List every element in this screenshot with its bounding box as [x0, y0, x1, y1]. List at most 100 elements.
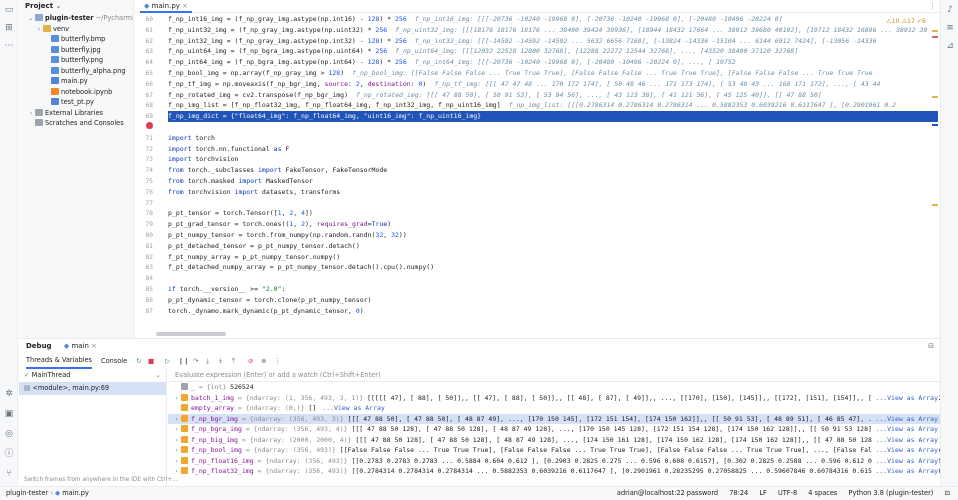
resume-icon[interactable]: ▷ — [165, 354, 170, 369]
breadcrumb-project[interactable]: plugin-tester — [6, 489, 48, 497]
status-indent[interactable]: 4 spaces — [808, 489, 837, 497]
notifications-icon[interactable]: ♪ — [944, 4, 956, 16]
code-line[interactable]: f_np_int64_img = (f_np_bgra_img.astype(n… — [168, 57, 938, 68]
pause-icon[interactable]: ❙❙ — [178, 354, 189, 369]
code-line[interactable]: f_np_img_dict = {"float64_img": f_np_flo… — [168, 111, 938, 122]
tab-threads-variables[interactable]: Threads & Variables — [26, 354, 92, 369]
inline-debug-value[interactable]: f_np_uint64_img: [[[12032 22528 12800 32… — [395, 47, 798, 55]
expand-arrow-icon[interactable]: › — [27, 108, 35, 119]
code-line[interactable]: p_pt_dynamic_tensor = torch.clone(p_pt_n… — [168, 295, 938, 306]
debug-icon[interactable]: ✲ — [3, 388, 15, 400]
expand-arrow-icon[interactable]: › — [172, 456, 181, 467]
code-line[interactable]: f_np_bool_img = np.array(f_np_gray_img >… — [168, 68, 938, 79]
view-as-array-link[interactable]: ...View as Array — [872, 424, 938, 435]
problems-icon[interactable]: ⓘ — [3, 448, 15, 460]
inline-debug-value[interactable]: f_np_uint32_img: [[[18176 18176 18176 ..… — [395, 26, 927, 34]
tree-item[interactable]: butterfly.bmp — [19, 34, 133, 45]
frame-item[interactable]: ▤ <module>, main.py:69 — [19, 382, 166, 395]
view-as-array-link[interactable]: ...View as Array — [872, 445, 938, 456]
expand-arrow-icon[interactable]: ⌄ — [27, 13, 35, 24]
tree-item[interactable]: butterfly.jpg — [19, 45, 133, 56]
thread-selector[interactable]: ✓ MainThread ⌄ — [19, 369, 166, 382]
variable-row[interactable]: › f_np_big_img = {ndarray: (2000, 2000, 4… — [168, 434, 940, 445]
rerun-icon[interactable]: ↻ — [136, 354, 142, 369]
code-line[interactable] — [168, 273, 938, 284]
code-line[interactable]: from torch._subclasses import FakeTensor… — [168, 165, 938, 176]
code-line[interactable]: import torchvision — [168, 154, 938, 165]
code-line[interactable]: p_pt_numpy_tensor = torch.from_numpy(np.… — [168, 230, 938, 241]
expand-arrow-icon[interactable]: › — [35, 24, 43, 35]
expand-arrow-icon[interactable]: › — [172, 393, 181, 404]
close-icon[interactable]: × — [91, 342, 97, 350]
step-into-my-code-icon[interactable]: ⤈ — [219, 354, 222, 369]
code-line[interactable]: f_pt_numpy_array = p_pt_numpy_tensor.num… — [168, 252, 938, 263]
variable-row[interactable]: › batch_1_img = {ndarray: (1, 356, 493, 3… — [168, 392, 940, 404]
code-line[interactable]: if torch.__version__ >= "2.0": — [168, 284, 938, 295]
structure-icon[interactable]: ⊞ — [3, 22, 15, 34]
inline-debug-value[interactable]: f_np_tf_img: [[[ 47 47 48 ... 170 172 17… — [434, 80, 880, 88]
layout-icon[interactable]: ⊟ — [928, 339, 934, 354]
more-icon[interactable]: ⋮ — [929, 2, 936, 10]
close-icon[interactable]: × — [182, 2, 188, 10]
sciview-icon[interactable]: ⊿ — [944, 40, 956, 52]
code-line[interactable]: f_np_int16_img = (f_np_gray_img.astype(n… — [168, 14, 938, 25]
code-line[interactable]: p_pt_tensor = torch.Tensor([1, 2, 4]) — [168, 208, 938, 219]
step-over-icon[interactable]: ↷ — [193, 354, 199, 369]
variable-row[interactable]: empty_array = {ndarray: (0,)} [] ...View … — [168, 403, 940, 414]
step-out-icon[interactable]: ⤒ — [232, 354, 235, 369]
view-as-array-link[interactable]: ...View as Array — [872, 392, 938, 403]
variable-row[interactable]: › f_np_float16_img = {ndarray: (356, 493)… — [168, 455, 940, 467]
variable-row[interactable]: › f_np_bgr_img = {ndarray: (356, 493, 3)}… — [168, 413, 940, 424]
code-line[interactable]: f_pt_detached_numpy_array = p_pt_numpy_t… — [168, 262, 938, 273]
terminal-icon[interactable]: ▣ — [3, 408, 15, 420]
chevron-down-icon[interactable]: ⌄ — [155, 369, 161, 382]
inline-debug-value[interactable]: f_np_bool_img: [[False False False ... T… — [352, 69, 872, 77]
code-line[interactable]: f_np_tf_img = np.moveaxis(f_np_bgr_img, … — [168, 79, 938, 90]
more-icon[interactable]: ⋯ — [3, 40, 15, 52]
git-icon[interactable]: ⑂ — [3, 468, 15, 480]
more-icon[interactable]: ⋮ — [274, 354, 281, 369]
chevron-down-icon[interactable]: ⌄ — [55, 2, 61, 10]
horizontal-scrollbar[interactable] — [156, 332, 226, 336]
breadcrumb-file[interactable]: main.py — [62, 489, 89, 497]
lock-icon[interactable]: ⊡ — [944, 489, 950, 497]
inline-debug-value[interactable]: f_np_img_list: [[[0.2786314 0.2786314 0.… — [509, 101, 896, 109]
services-icon[interactable]: ◎ — [3, 428, 15, 440]
view-as-array-link[interactable]: ...View as Array — [872, 434, 938, 445]
code-line[interactable]: from torchvision import datasets, transf… — [168, 187, 938, 198]
code-line[interactable]: p_pt_grad_tensor = torch.ones((1, 2), re… — [168, 219, 938, 230]
code-line[interactable]: f_np_uint64_img = (f_np_bgra_img.astype(… — [168, 46, 938, 57]
inspection-widget[interactable]: ⚠10 ⚠17 ✓6 — [886, 18, 926, 25]
code-line[interactable]: import torch.nn.functional as F — [168, 144, 938, 155]
code-line[interactable]: from torch.masked import MaskedTensor — [168, 176, 938, 187]
tree-item[interactable]: › External Libraries — [19, 108, 133, 119]
code-line[interactable]: f_np_img_list = [f_np_float32_img, f_np_… — [168, 100, 938, 111]
status-remote[interactable]: adrian@localhost:22 password — [617, 489, 718, 497]
inline-debug-value[interactable]: f_np_int32_img: [[[-14592 -14592 -14592 … — [415, 37, 877, 45]
status-line-separator[interactable]: LF — [759, 489, 766, 497]
tree-item[interactable]: notebook.ipynb — [19, 87, 133, 98]
tree-item[interactable]: test_pt.py — [19, 97, 133, 108]
view-as-array-link[interactable]: ...View as Array — [872, 466, 938, 477]
code-line[interactable]: p_pt_detached_tensor = p_pt_numpy_tensor… — [168, 241, 938, 252]
expand-arrow-icon[interactable]: › — [172, 466, 181, 477]
inline-debug-value[interactable]: f_np_int16_img: [[[-20736 -10240 -19968 … — [415, 15, 783, 23]
step-into-icon[interactable]: ⤓ — [206, 354, 209, 369]
tab-main-py[interactable]: ◆ main.py × — [140, 0, 193, 13]
inline-debug-value[interactable]: f_np_rotated_img: [[[ 47 88 50], [ 50 91… — [356, 91, 822, 99]
status-interpreter[interactable]: Python 3.8 (plugin-tester) — [848, 489, 933, 497]
code-line[interactable]: import torch — [168, 133, 938, 144]
debug-session-tab[interactable]: main — [71, 342, 89, 350]
database-icon[interactable]: ≡ — [944, 22, 956, 34]
tree-item[interactable]: main.py — [19, 76, 133, 87]
error-stripe[interactable] — [932, 24, 938, 224]
status-caret-position[interactable]: 78:24 — [729, 489, 748, 497]
tree-item[interactable]: butterfly_alpha.png — [19, 66, 133, 77]
variable-row[interactable]: › f_np_bool_img = {ndarray: (356, 493)} [… — [168, 445, 940, 456]
tree-item[interactable]: ⌄ plugin-tester ~/PycharmPro — [19, 13, 133, 24]
mute-breakpoints-icon[interactable]: ⊗ — [261, 354, 267, 369]
variable-row[interactable]: _ = {int} 526524 — [168, 382, 940, 393]
line-number-gutter[interactable]: 6061626364656667686970717273747576777879… — [134, 13, 156, 338]
code-line[interactable]: f_np_int32_img = (f_np_gray_img.astype(n… — [168, 36, 938, 47]
status-encoding[interactable]: UTF-8 — [778, 489, 797, 497]
